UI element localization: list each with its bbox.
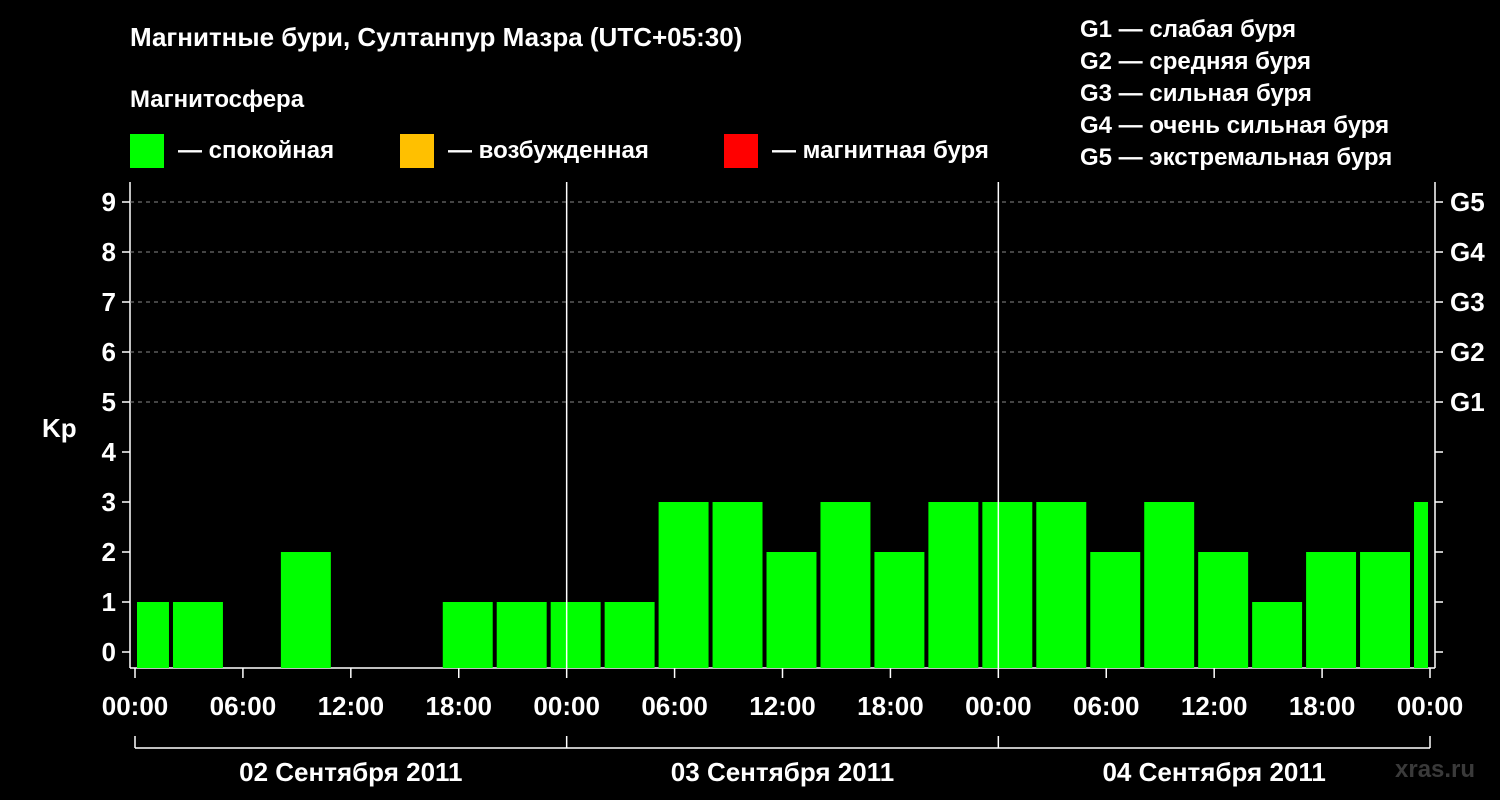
y-tick-label-1: 1	[102, 587, 116, 617]
bar-24	[1414, 502, 1428, 668]
y-tick-label-7: 7	[102, 287, 116, 317]
y-tick-label-9: 9	[102, 187, 116, 217]
x-tick-label-7: 18:00	[857, 691, 924, 721]
x-tick-label-0: 00:00	[102, 691, 169, 721]
kp-chart: 0 1 2 3 4 5 6 7 8 9 G1 G2 G3 G4 G5 Kp 00:00 06:00 12:00 18:…	[42, 182, 1485, 787]
bar-6	[442, 602, 493, 668]
g-tick-label-g2: G2	[1450, 337, 1485, 367]
bar-13	[820, 502, 871, 668]
bar-3	[280, 552, 331, 668]
x-tick-label-2: 12:00	[318, 691, 385, 721]
y-tick-label-2: 2	[102, 537, 116, 567]
bar-9	[604, 602, 655, 668]
x-tick-label-11: 18:00	[1289, 691, 1356, 721]
bar-21	[1252, 602, 1303, 668]
x-tick-label-6: 12:00	[749, 691, 816, 721]
bar-10	[658, 502, 709, 668]
bar-14	[874, 552, 925, 668]
day-label-2: 04 Сентября 2011	[1102, 757, 1325, 787]
day-label-0: 02 Сентября 2011	[239, 757, 462, 787]
bar-20	[1198, 552, 1249, 668]
x-tick-label-10: 12:00	[1181, 691, 1248, 721]
g-tick-label-g4: G4	[1450, 237, 1485, 267]
bar-19	[1144, 502, 1195, 668]
bar-8	[550, 602, 601, 668]
x-tick-label-3: 18:00	[426, 691, 493, 721]
bar-7	[496, 602, 547, 668]
y-tick-label-4: 4	[102, 437, 117, 467]
bar-23	[1360, 552, 1411, 668]
watermark: xras.ru	[1395, 756, 1476, 783]
bar-22	[1306, 552, 1357, 668]
y-tick-label-6: 6	[102, 337, 116, 367]
bar-15	[928, 502, 979, 668]
x-tick-label-12: 00:00	[1397, 691, 1464, 721]
y-tick-label-8: 8	[102, 237, 116, 267]
bar-16	[982, 502, 1033, 668]
g-tick-label-g5: G5	[1450, 187, 1485, 217]
y-tick-label-5: 5	[102, 387, 116, 417]
g-tick-label-g3: G3	[1450, 287, 1485, 317]
x-tick-label-9: 06:00	[1073, 691, 1140, 721]
x-tick-label-5: 06:00	[641, 691, 708, 721]
y-axis-label: Kp	[42, 413, 77, 443]
y-tick-label-0: 0	[102, 637, 116, 667]
bar-18	[1090, 552, 1141, 668]
bar-17	[1036, 502, 1087, 668]
y-tick-label-3: 3	[102, 487, 116, 517]
g-tick-label-g1: G1	[1450, 387, 1485, 417]
bar-12	[766, 552, 817, 668]
x-tick-label-1: 06:00	[210, 691, 277, 721]
x-tick-label-8: 00:00	[965, 691, 1032, 721]
day-label-1: 03 Сентября 2011	[671, 757, 894, 787]
bar-0	[137, 602, 169, 668]
bar-1	[172, 602, 223, 668]
x-tick-label-4: 00:00	[533, 691, 600, 721]
bar-11	[712, 502, 763, 668]
